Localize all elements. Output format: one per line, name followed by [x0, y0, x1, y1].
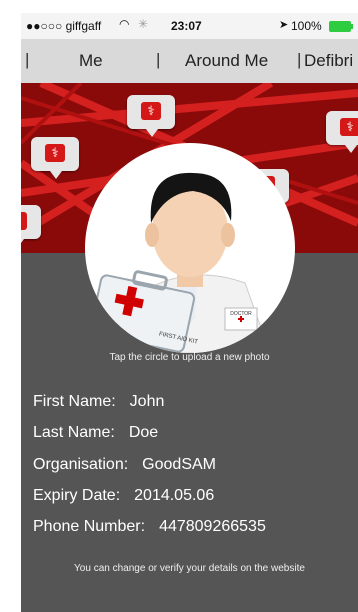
- tab-around-me[interactable]: Around Me: [185, 51, 268, 71]
- tab-separator: |: [25, 50, 30, 69]
- tab-separator: |: [297, 50, 302, 69]
- last-name-row: Last Name: Doe: [33, 424, 158, 442]
- first-aid-marker-icon[interactable]: ⚕: [21, 205, 41, 247]
- battery-percent: 100%: [291, 19, 322, 33]
- website-note: You can change or verify your details on…: [74, 563, 305, 574]
- organisation-label: Organisation:: [33, 456, 129, 473]
- profile-photo-button[interactable]: DOCTOR FIRST AID KIT: [85, 143, 295, 353]
- first-aid-marker-icon[interactable]: ⚕: [31, 137, 79, 179]
- phone-number-label: Phone Number:: [33, 518, 146, 535]
- last-name-value: Doe: [128, 424, 159, 441]
- profile-screen: ●●○○○ giffgaff ◠ ✳ 23:07 ➤ 100% | Me | A…: [21, 13, 358, 612]
- activity-icon: ✳: [138, 17, 149, 31]
- battery-icon: [329, 21, 353, 32]
- last-name-label: Last Name:: [33, 424, 115, 441]
- tab-bar: | Me | Around Me | Defibri: [21, 39, 358, 84]
- status-bar: ●●○○○ giffgaff ◠ ✳ 23:07 ➤ 100%: [21, 13, 358, 39]
- tab-separator: |: [156, 50, 161, 69]
- expiry-date-value: 2014.05.06: [134, 487, 215, 504]
- doctor-avatar-icon: DOCTOR FIRST AID KIT: [89, 172, 271, 353]
- first-name-label: First Name:: [33, 393, 116, 410]
- expiry-date-label: Expiry Date:: [33, 487, 121, 504]
- location-arrow-icon: ➤: [279, 19, 289, 31]
- clock: 23:07: [171, 19, 202, 33]
- tab-defibrillators[interactable]: Defibri: [304, 51, 353, 71]
- first-aid-marker-icon[interactable]: ⚕: [326, 111, 358, 153]
- organisation-row: Organisation: GoodSAM: [33, 456, 216, 474]
- phone-number-row: Phone Number: 447809266535: [33, 518, 266, 536]
- phone-number-value: 447809266535: [159, 518, 266, 535]
- tab-me[interactable]: Me: [79, 51, 103, 71]
- first-aid-marker-icon[interactable]: ⚕: [127, 95, 175, 137]
- first-name-value: John: [129, 393, 165, 410]
- carrier-label: ●●○○○ giffgaff: [26, 19, 102, 33]
- organisation-value: GoodSAM: [142, 456, 216, 473]
- wifi-icon: ◠: [119, 17, 130, 31]
- expiry-date-row: Expiry Date: 2014.05.06: [33, 487, 214, 505]
- first-name-row: First Name: John: [33, 393, 164, 411]
- upload-photo-hint: Tap the circle to upload a new photo: [109, 352, 270, 363]
